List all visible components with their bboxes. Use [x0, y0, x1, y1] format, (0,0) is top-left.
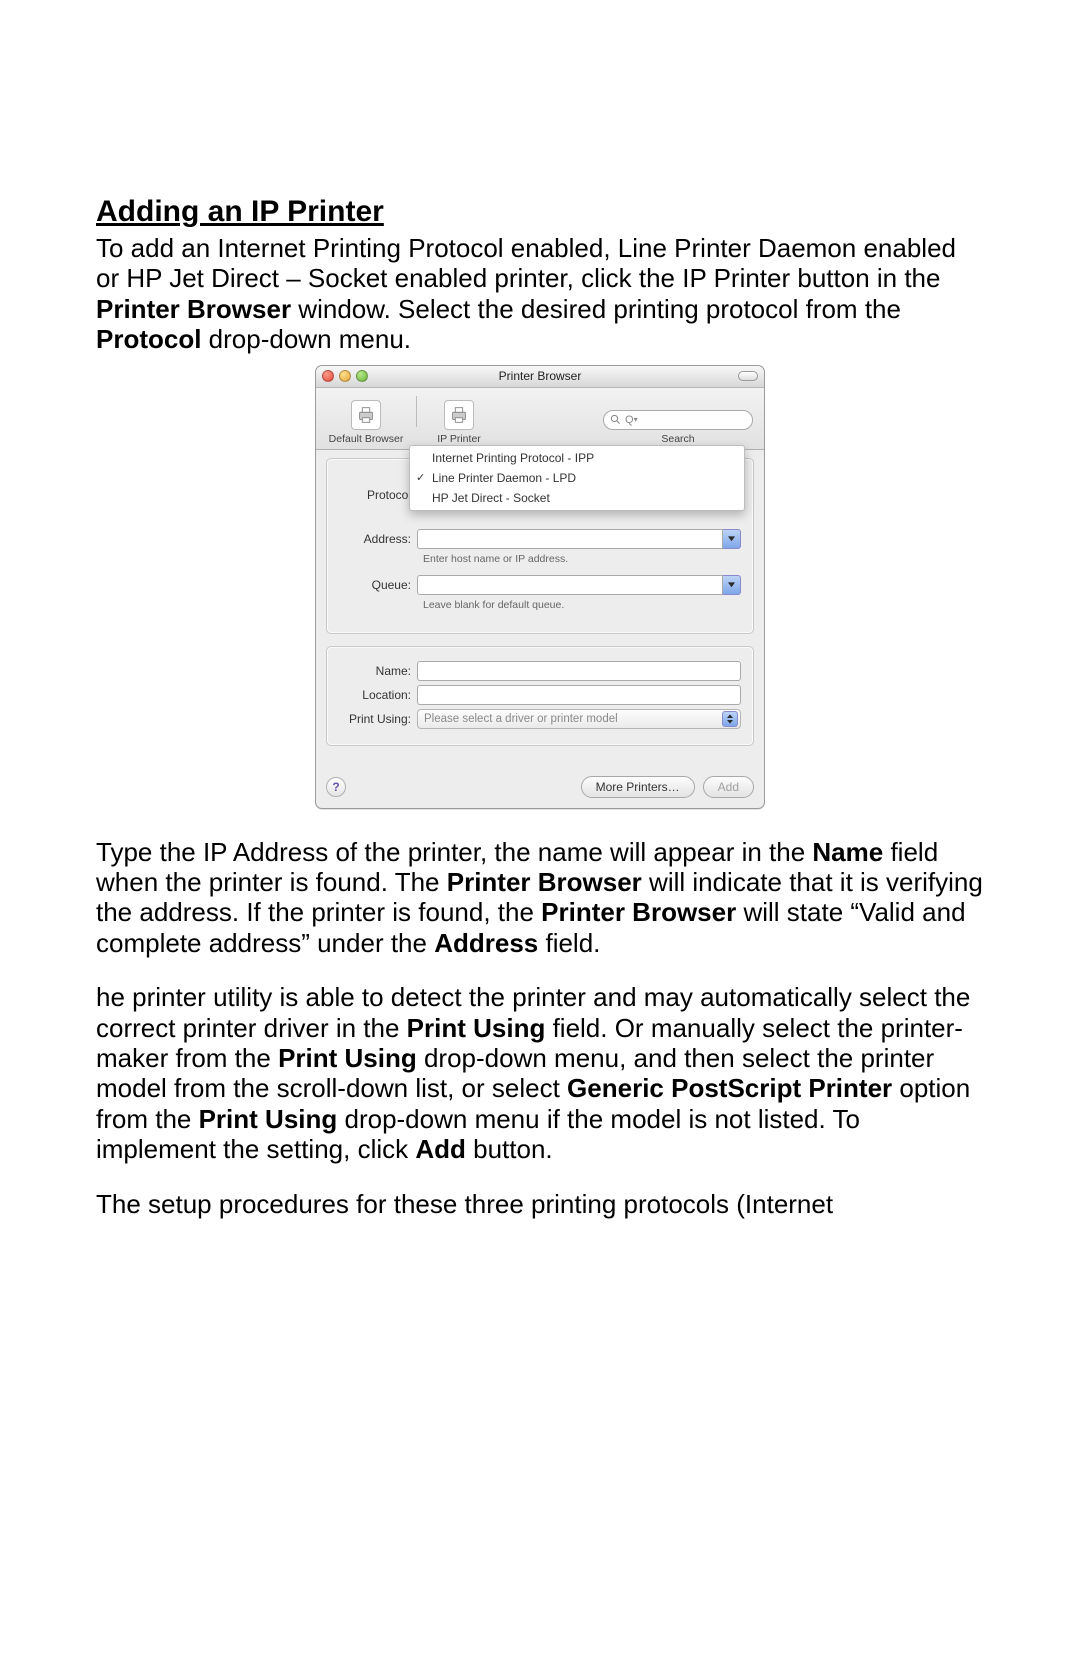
address-hint: Enter host name or IP address. [423, 553, 741, 565]
toolbar-label: Default Browser [329, 433, 404, 445]
help-button[interactable]: ? [326, 777, 346, 797]
section-heading: Adding an IP Printer [96, 195, 984, 229]
intro-paragraph: To add an Internet Printing Protocol ena… [96, 233, 984, 355]
toolbar-label: Search [661, 433, 694, 445]
address-label: Address: [339, 532, 417, 546]
window-title: Printer Browser [316, 369, 764, 383]
connection-panel: Internet Printing Protocol - IPP ✓Line P… [326, 458, 754, 634]
ip-printer-button[interactable]: IP Printer [423, 400, 495, 445]
queue-label: Queue: [339, 578, 417, 592]
screenshot-container: Printer Browser Default Browser IP Pr [96, 365, 984, 809]
print-using-select[interactable]: Please select a driver or printer model [417, 709, 741, 729]
paragraph-3: he printer utility is able to detect the… [96, 982, 984, 1164]
location-input[interactable] [417, 685, 741, 705]
location-label: Location: [339, 688, 417, 702]
queue-dropdown-button[interactable] [723, 575, 741, 595]
text: window. Select the desired printing prot… [291, 294, 901, 324]
window-titlebar: Printer Browser [316, 366, 764, 388]
select-placeholder: Please select a driver or printer model [424, 713, 618, 725]
queue-input[interactable] [417, 575, 723, 595]
search-prefix: Q [625, 414, 634, 426]
updown-arrows-icon [722, 711, 738, 727]
protocol-option-socket[interactable]: HP Jet Direct - Socket [410, 488, 744, 508]
text-bold: Printer Browser [96, 294, 291, 324]
address-input[interactable] [417, 529, 723, 549]
printer-icon [444, 400, 474, 430]
identity-panel: Name: Location: Print Using: Please sele… [326, 646, 754, 746]
default-browser-button[interactable]: Default Browser [322, 400, 410, 445]
paragraph-2: Type the IP Address of the printer, the … [96, 837, 984, 959]
toolbar-separator [416, 396, 417, 427]
more-printers-button[interactable]: More Printers… [581, 776, 695, 798]
text-bold: Protocol [96, 324, 201, 354]
address-dropdown-button[interactable] [723, 529, 741, 549]
toolbar-label: IP Printer [437, 433, 481, 445]
protocol-option-ipp[interactable]: Internet Printing Protocol - IPP [410, 448, 744, 468]
text: To add an Internet Printing Protocol ena… [96, 233, 956, 293]
printer-icon [351, 400, 381, 430]
protocol-label: Protocol [339, 488, 417, 502]
toolbar-toggle-icon[interactable] [738, 371, 758, 381]
paragraph-4: The setup procedures for these three pri… [96, 1189, 984, 1219]
add-button[interactable]: Add [703, 776, 754, 798]
protocol-option-lpd[interactable]: ✓Line Printer Daemon - LPD [410, 468, 744, 488]
window-footer: ? More Printers… Add [316, 770, 764, 808]
window-toolbar: Default Browser IP Printer Q▾ Search [316, 388, 764, 450]
text: drop-down menu. [201, 324, 411, 354]
search-icon [610, 414, 621, 425]
search-input[interactable]: Q▾ [603, 410, 753, 430]
printer-browser-window: Printer Browser Default Browser IP Pr [315, 365, 765, 809]
queue-hint: Leave blank for default queue. [423, 599, 741, 611]
protocol-dropdown-menu: Internet Printing Protocol - IPP ✓Line P… [409, 445, 745, 511]
print-using-label: Print Using: [339, 712, 417, 726]
name-label: Name: [339, 664, 417, 678]
name-input[interactable] [417, 661, 741, 681]
check-icon: ✓ [416, 471, 425, 484]
